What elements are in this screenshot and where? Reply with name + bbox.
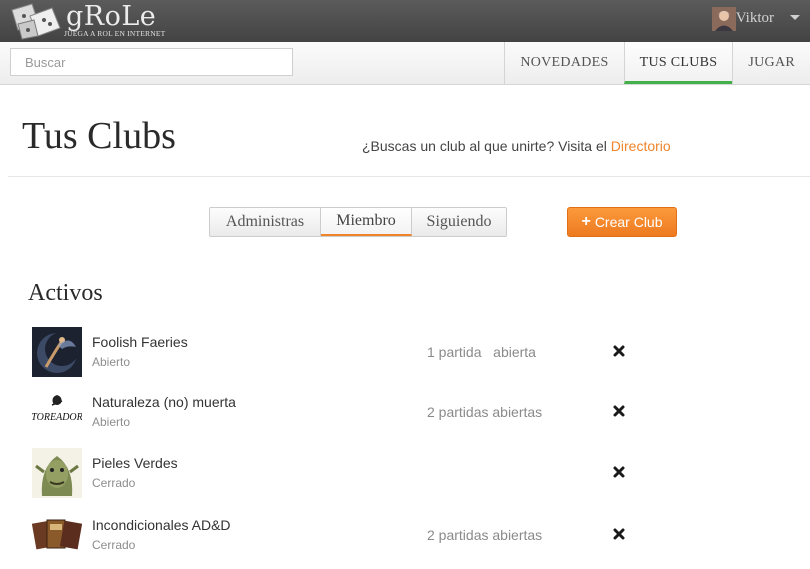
create-club-button[interactable]: + Crear Club <box>567 207 677 237</box>
close-icon[interactable] <box>612 465 626 479</box>
close-icon[interactable] <box>612 527 626 541</box>
club-games: 2 partidas abiertas <box>427 527 543 543</box>
filter-administras[interactable]: Administras <box>210 208 321 236</box>
club-name[interactable]: Incondicionales AD&D <box>92 517 231 533</box>
directory-hint: ¿Buscas un club al que unirte? Visita el… <box>362 138 671 154</box>
logo-tagline: JUEGA A ROL EN INTERNET <box>64 29 166 38</box>
page-title: Tus Clubs <box>22 115 176 157</box>
club-name[interactable]: Foolish Faeries <box>92 334 188 350</box>
club-name[interactable]: Pieles Verdes <box>92 455 178 471</box>
fairy-moon-icon[interactable] <box>32 327 82 377</box>
section-title: Activos <box>28 280 103 306</box>
search-input[interactable] <box>10 48 293 76</box>
user-menu[interactable]: Viktor <box>692 6 802 34</box>
user-name: Viktor <box>735 10 774 26</box>
main-nav: NOVEDADES TUS CLUBS JUGAR <box>504 42 810 84</box>
toreador-rose-icon[interactable]: TOREADOR <box>32 387 82 437</box>
chevron-down-icon[interactable] <box>790 15 800 20</box>
logo-text: gRoLe <box>66 1 157 32</box>
logo-dice-icon <box>11 3 61 40</box>
club-status: Abierto <box>92 355 131 369</box>
club-status: Abierto <box>92 415 131 429</box>
club-row: Pieles Verdes Cerrado <box>0 448 810 504</box>
thumb-text: TOREADOR <box>32 412 82 423</box>
plus-icon: + <box>581 213 591 230</box>
tab-tus-clubs[interactable]: TUS CLUBS <box>623 42 733 84</box>
nav-bar: NOVEDADES TUS CLUBS JUGAR <box>0 42 810 85</box>
filter-siguiendo[interactable]: Siguiendo <box>412 208 506 236</box>
create-club-label: Crear Club <box>594 214 663 230</box>
club-row: TOREADOR Naturaleza (no) muerta Abierto … <box>0 387 810 443</box>
club-row: Foolish Faeries Abierto 1 partida abiert… <box>0 327 810 383</box>
divider <box>8 176 810 177</box>
club-row: Incondicionales AD&D Cerrado 2 partidas … <box>0 510 810 566</box>
club-status: Cerrado <box>92 476 136 490</box>
club-games: 1 partida abierta <box>427 344 536 360</box>
rulebooks-icon[interactable] <box>32 510 82 560</box>
club-name[interactable]: Naturaleza (no) muerta <box>92 394 236 410</box>
close-icon[interactable] <box>612 344 626 358</box>
close-icon[interactable] <box>612 404 626 418</box>
user-avatar <box>712 7 736 31</box>
club-games: 2 partidas abiertas <box>427 404 543 420</box>
filter-miembro[interactable]: Miembro <box>321 208 412 236</box>
hint-text: ¿Buscas un club al que unirte? Visita el <box>362 138 607 154</box>
directory-link[interactable]: Directorio <box>611 138 671 154</box>
membership-filter: Administras Miembro Siguiendo <box>209 207 507 237</box>
orc-face-icon[interactable] <box>32 448 82 498</box>
tab-jugar[interactable]: JUGAR <box>732 42 810 84</box>
top-bar: gRoLe JUEGA A ROL EN INTERNET Viktor <box>0 0 810 42</box>
tab-novedades[interactable]: NOVEDADES <box>504 42 623 84</box>
club-status: Cerrado <box>92 538 136 552</box>
